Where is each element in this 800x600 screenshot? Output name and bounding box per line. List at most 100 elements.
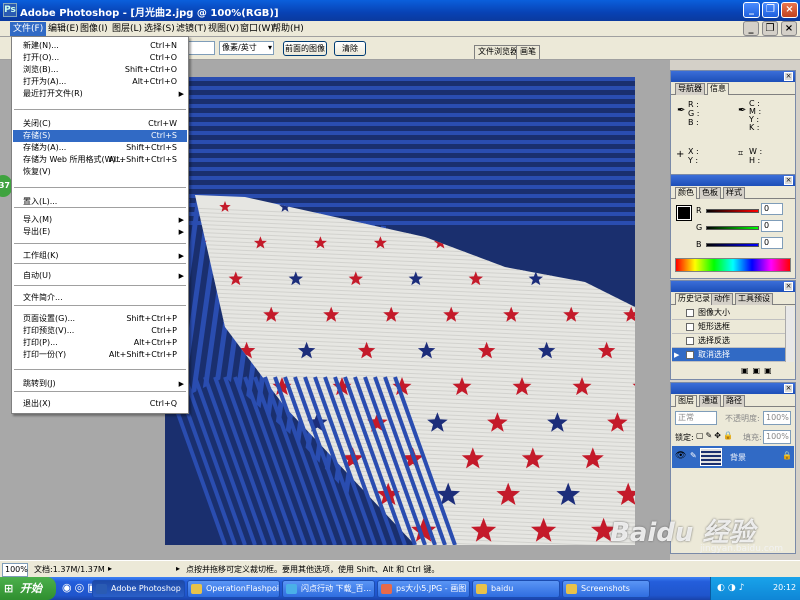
menu-item-shortcut: Shift+Ctrl+O: [124, 65, 177, 74]
file-menu-item[interactable]: 存储(S) Ctrl+S: [13, 130, 187, 142]
file-menu-item[interactable]: 存储为(A)... Shift+Ctrl+S: [13, 142, 187, 154]
task-paint[interactable]: ps大小5.JPG - 画图: [377, 580, 470, 598]
lock-icons[interactable]: ▢✎✥🔒: [696, 431, 735, 440]
tab-layers[interactable]: 图层: [675, 395, 697, 407]
close-icon[interactable]: ×: [784, 176, 793, 185]
menu-item-label: 退出(X): [23, 399, 51, 408]
red-slider[interactable]: [706, 209, 759, 213]
history-item[interactable]: 选择反选: [672, 334, 786, 348]
menu-help[interactable]: 帮助(H): [269, 22, 307, 36]
tab-color[interactable]: 颜色: [675, 187, 697, 199]
channel-b-label: B: [696, 240, 702, 249]
front-image-button[interactable]: 前面的图像: [283, 41, 327, 56]
channel-g-label: G: [696, 223, 703, 232]
close-button[interactable]: ×: [781, 2, 798, 18]
channel-r-label: R: [696, 206, 702, 215]
history-item[interactable]: 矩形选框: [672, 320, 786, 334]
menu-separator: [14, 187, 186, 188]
history-scrollbar[interactable]: [785, 306, 794, 362]
task-photoshop[interactable]: Adobe Photoshop ...: [92, 580, 185, 598]
file-menu-item[interactable]: 跳转到(J) ▶: [13, 378, 187, 390]
image-canvas[interactable]: [165, 77, 635, 545]
tab-channels[interactable]: 通道: [699, 395, 721, 407]
green-value-field[interactable]: 0: [761, 220, 783, 232]
file-menu-item[interactable]: 打开(O)... Ctrl+O: [13, 52, 187, 64]
file-menu-item[interactable]: 置入(L)...: [13, 196, 187, 208]
menu-file[interactable]: 文件(F): [10, 22, 47, 36]
blue-slider[interactable]: [706, 243, 759, 247]
opacity-field[interactable]: 100%: [763, 411, 791, 425]
tab-brushes[interactable]: 画笔: [516, 45, 540, 59]
title-bar: Ps Adobe Photoshop - [月光曲2.jpg @ 100%(RG…: [0, 0, 800, 21]
file-menu-item[interactable]: 页面设置(G)... Shift+Ctrl+P: [13, 313, 187, 325]
file-menu-item[interactable]: 打印预览(V)... Ctrl+P: [13, 325, 187, 337]
file-menu-item[interactable]: 最近打开文件(R) ▶: [13, 88, 187, 100]
close-icon[interactable]: ×: [784, 72, 793, 81]
history-item[interactable]: 图像大小: [672, 306, 786, 320]
tab-styles[interactable]: 样式: [723, 187, 745, 199]
file-menu-item[interactable]: 打开为(A)... Alt+Ctrl+O: [13, 76, 187, 88]
green-slider[interactable]: [706, 226, 759, 230]
file-menu-item[interactable]: 工作组(K) ▶: [13, 250, 187, 262]
blue-value-field[interactable]: 0: [761, 237, 783, 249]
stripe: [165, 176, 635, 180]
menu-item-label: 打开为(A)...: [23, 77, 67, 86]
status-arrow-icon[interactable]: ▸: [108, 564, 112, 573]
file-menu-item[interactable]: 浏览(B)... Shift+Ctrl+O: [13, 64, 187, 76]
tab-history[interactable]: 历史记录: [675, 293, 713, 305]
task-baidu[interactable]: baidu: [472, 580, 560, 598]
file-menu-item[interactable]: 导出(E) ▶: [13, 226, 187, 238]
tab-actions[interactable]: 动作: [711, 293, 733, 305]
menu-item-label: 自动(U): [23, 271, 52, 280]
file-menu-item[interactable]: 自动(U) ▶: [13, 270, 187, 282]
tab-paths[interactable]: 路径: [723, 395, 745, 407]
menu-layer[interactable]: 图层(L): [109, 22, 145, 36]
window-title: Adobe Photoshop - [月光曲2.jpg @ 100%(RGB)]: [20, 8, 279, 19]
eye-icon[interactable]: 👁: [675, 451, 686, 461]
tab-tool-presets[interactable]: 工具预设: [735, 293, 773, 305]
file-menu-item[interactable]: 退出(X) Ctrl+Q: [13, 398, 187, 410]
start-button[interactable]: ⊞ 开始: [0, 577, 56, 600]
red-value-field[interactable]: 0: [761, 203, 783, 215]
task-operationflashpoint[interactable]: OperationFlashpoint: [187, 580, 280, 598]
menu-item-label: 打开(O)...: [23, 53, 60, 62]
stripe: [165, 149, 635, 153]
fill-field[interactable]: 100%: [763, 430, 791, 444]
file-menu-item[interactable]: 文件简介...: [13, 292, 187, 304]
minimize-button[interactable]: _: [743, 2, 760, 18]
menu-image[interactable]: 图像(I): [77, 22, 111, 36]
file-menu-item[interactable]: 导入(M) ▶: [13, 214, 187, 226]
tab-file-browser[interactable]: 文件浏览器: [474, 45, 522, 59]
layer-row-background[interactable]: 👁 ✎ 背景 🔒: [672, 446, 794, 468]
file-menu-item[interactable]: 恢复(V): [13, 166, 187, 178]
resolution-input[interactable]: [188, 41, 215, 55]
tab-navigator[interactable]: 导航器: [675, 83, 705, 95]
history-action-icons[interactable]: ▣▣▣: [741, 366, 776, 375]
file-menu-item[interactable]: 打印(P)... Alt+Ctrl+P: [13, 337, 187, 349]
close-icon[interactable]: ×: [784, 384, 793, 393]
restore-button[interactable]: ❐: [762, 2, 779, 18]
task-screenshots[interactable]: Screenshots: [562, 580, 650, 598]
file-menu-item[interactable]: 新建(N)... Ctrl+N: [13, 40, 187, 52]
file-menu-item[interactable]: 关闭(C) Ctrl+W: [13, 118, 187, 130]
resolution-unit-select[interactable]: 像素/英寸 ▾: [219, 41, 274, 55]
doc-close-button[interactable]: ×: [781, 21, 797, 36]
color-ramp[interactable]: [675, 258, 791, 272]
foreground-color-swatch[interactable]: [676, 205, 692, 221]
tab-swatches[interactable]: 色板: [699, 187, 721, 199]
submenu-arrow-icon: ▶: [178, 216, 184, 224]
history-item-selected[interactable]: ▶ 取消选择: [672, 348, 786, 362]
clear-button[interactable]: 清除: [334, 41, 366, 56]
system-tray: ◐◑♪ 20:12: [710, 577, 800, 600]
tray-icons[interactable]: ◐◑♪: [717, 583, 747, 593]
blend-mode-select[interactable]: 正常: [675, 411, 717, 425]
file-menu-item[interactable]: 存储为 Web 所用格式(W)... Alt+Shift+Ctrl+S: [13, 154, 187, 166]
doc-restore-button[interactable]: ❐: [762, 21, 778, 36]
file-menu-item[interactable]: 打印一份(Y) Alt+Shift+Ctrl+P: [13, 349, 187, 361]
close-icon[interactable]: ×: [784, 282, 793, 291]
menu-item-shortcut: Ctrl+S: [150, 131, 177, 140]
doc-minimize-button[interactable]: _: [743, 21, 759, 36]
task-browser[interactable]: 闪点行动 下载_百...: [282, 580, 375, 598]
tab-info[interactable]: 信息: [707, 83, 729, 95]
zoom-field[interactable]: 100%: [2, 563, 28, 577]
